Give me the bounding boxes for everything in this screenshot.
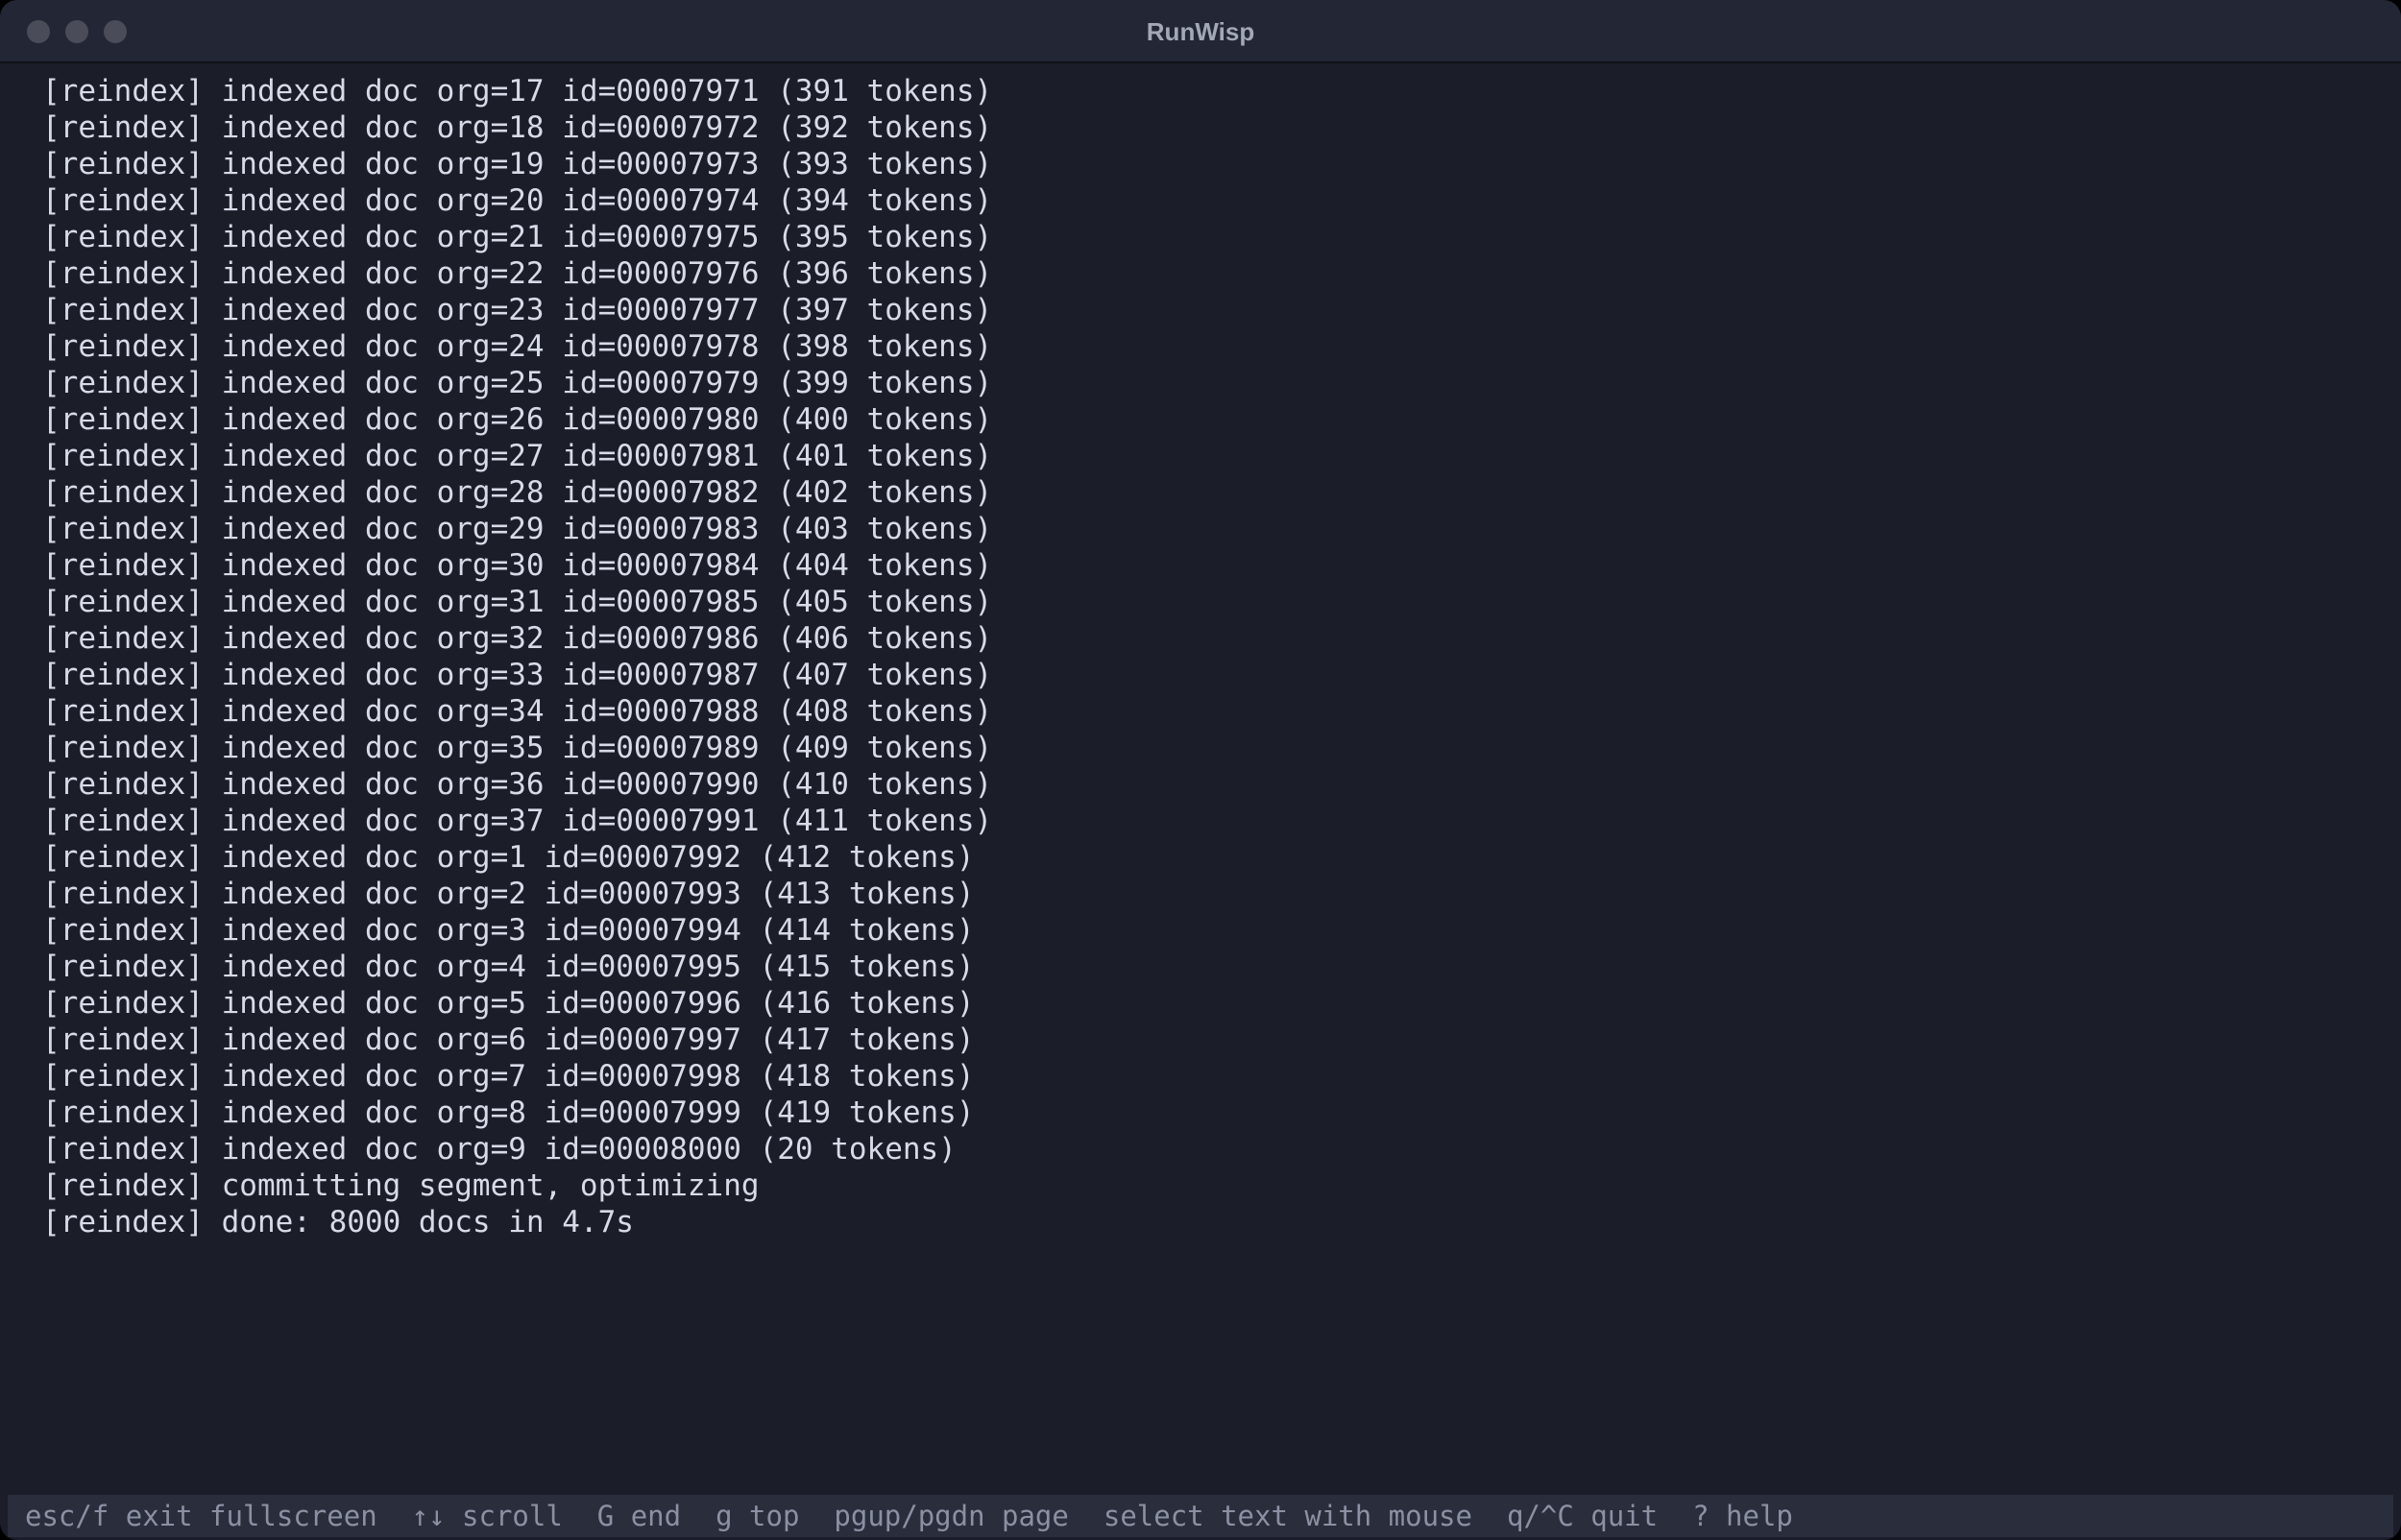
hint-page: pgup/pgdn page <box>834 1500 1069 1532</box>
hint-exit-fullscreen: esc/f exit fullscreen <box>25 1500 377 1532</box>
log-line: [reindex] indexed doc org=25 id=00007979… <box>42 366 993 400</box>
log-line: [reindex] indexed doc org=24 id=00007978… <box>42 329 993 364</box>
log-line: [reindex] indexed doc org=1 id=00007992 … <box>42 840 975 875</box>
log-line: [reindex] indexed doc org=18 id=00007972… <box>42 110 993 145</box>
log-line: [reindex] indexed doc org=33 id=00007987… <box>42 658 993 692</box>
log-line: [reindex] indexed doc org=34 id=00007988… <box>42 694 993 729</box>
log-line: [reindex] indexed doc org=26 id=00007980… <box>42 402 993 437</box>
log-line: [reindex] indexed doc org=2 id=00007993 … <box>42 877 975 911</box>
log-line: [reindex] indexed doc org=23 id=00007977… <box>42 293 993 327</box>
log-lines: [reindex] indexed doc org=17 id=00007971… <box>42 73 992 1240</box>
log-line: [reindex] indexed doc org=5 id=00007996 … <box>42 986 975 1021</box>
log-line: [reindex] indexed doc org=19 id=00007973… <box>42 147 993 181</box>
hint-end: G end <box>596 1500 682 1532</box>
log-line: [reindex] indexed doc org=29 id=00007983… <box>42 512 993 546</box>
log-line: [reindex] indexed doc org=3 id=00007994 … <box>42 913 975 948</box>
hint-help: ? help <box>1692 1500 1793 1532</box>
log-line: [reindex] indexed doc org=22 id=00007976… <box>42 256 993 291</box>
title-bar[interactable]: RunWisp <box>0 0 2401 63</box>
log-line: [reindex] indexed doc org=4 id=00007995 … <box>42 950 975 984</box>
log-line: [reindex] indexed doc org=30 id=00007984… <box>42 548 993 583</box>
hint-scroll: ↑↓ scroll <box>411 1500 563 1532</box>
log-line: [reindex] indexed doc org=8 id=00007999 … <box>42 1095 975 1130</box>
log-line: [reindex] indexed doc org=28 id=00007982… <box>42 475 993 510</box>
hint-select-text: select text with mouse <box>1103 1500 1472 1532</box>
log-line: [reindex] indexed doc org=6 id=00007997 … <box>42 1023 975 1057</box>
log-line: [reindex] indexed doc org=31 id=00007985… <box>42 585 993 619</box>
window-title: RunWisp <box>1146 17 1255 46</box>
log-line: [reindex] indexed doc org=32 id=00007986… <box>42 621 993 656</box>
log-output[interactable]: [reindex] indexed doc org=17 id=00007971… <box>8 73 2393 1492</box>
log-line: [reindex] indexed doc org=36 id=00007990… <box>42 767 993 802</box>
log-line: [reindex] done: 8000 docs in 4.7s <box>42 1205 634 1239</box>
log-line: [reindex] indexed doc org=21 id=00007975… <box>42 220 993 254</box>
hint-top: g top <box>715 1500 800 1532</box>
terminal-window: RunWisp [reindex] indexed doc org=17 id=… <box>0 0 2401 1540</box>
log-line: [reindex] indexed doc org=27 id=00007981… <box>42 439 993 473</box>
log-line: [reindex] indexed doc org=9 id=00008000 … <box>42 1132 957 1167</box>
log-line: [reindex] indexed doc org=37 id=00007991… <box>42 804 993 838</box>
log-line: [reindex] indexed doc org=7 id=00007998 … <box>42 1059 975 1094</box>
key-hints-bar: esc/f exit fullscreen ↑↓ scroll G end g top… <box>8 1495 2393 1537</box>
hint-quit: q/^C quit <box>1506 1500 1659 1532</box>
log-line: [reindex] indexed doc org=35 id=00007989… <box>42 731 993 765</box>
log-line: [reindex] committing segment, optimizing <box>42 1168 760 1203</box>
log-line: [reindex] indexed doc org=17 id=00007971… <box>42 74 993 108</box>
log-line: [reindex] indexed doc org=20 id=00007974… <box>42 183 993 218</box>
